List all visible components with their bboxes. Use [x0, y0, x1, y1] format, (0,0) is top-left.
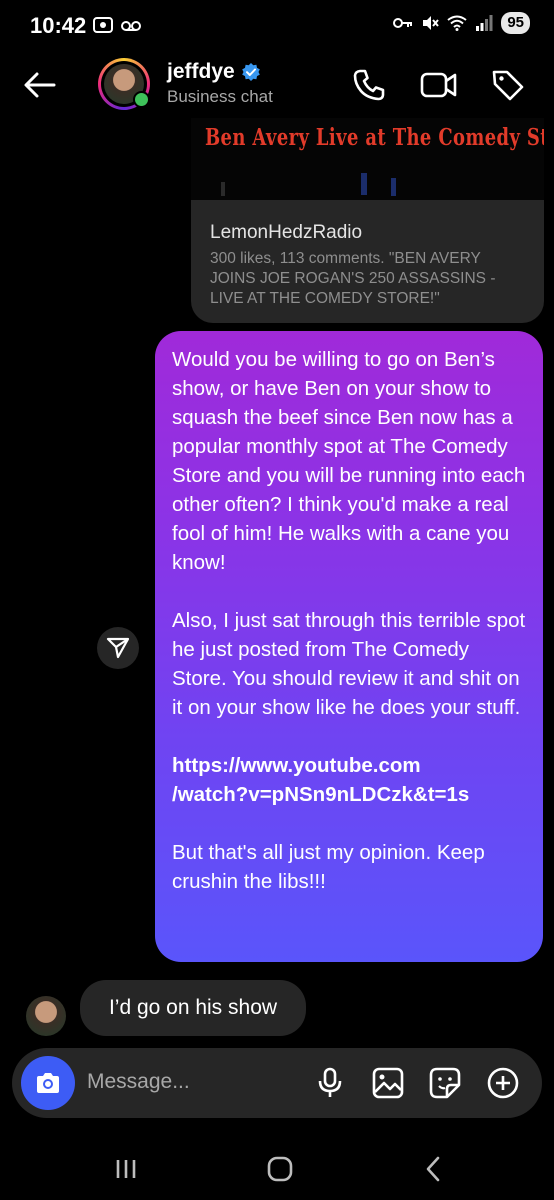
home-button[interactable] [260, 1152, 300, 1186]
voice-call-button[interactable] [350, 66, 388, 104]
more-options-button[interactable] [485, 1065, 521, 1101]
message-composer [12, 1048, 542, 1118]
verified-badge-icon [241, 62, 261, 82]
sticker-button[interactable] [427, 1065, 463, 1101]
outgoing-message-bubble[interactable]: Would you be willing to go on Ben’s show… [155, 331, 543, 962]
send-icon [97, 627, 139, 669]
username: jeffdye [167, 60, 235, 83]
battery-indicator: 95 [501, 12, 530, 34]
mute-icon [421, 14, 440, 32]
chat-subtitle: Business chat [167, 87, 273, 106]
key-icon [393, 16, 413, 30]
sticker-icon [427, 1065, 463, 1101]
back-arrow-icon [20, 65, 60, 105]
tag-icon [489, 66, 527, 104]
screen-record-icon [92, 16, 114, 34]
voice-message-button[interactable] [312, 1065, 348, 1101]
message-paragraph: Also, I just sat through this terrible s… [172, 609, 526, 719]
status-right-icons: 95 [393, 12, 530, 34]
label-button[interactable] [489, 66, 527, 104]
online-status-dot [133, 91, 150, 108]
camera-button[interactable] [21, 1056, 75, 1110]
wifi-icon [447, 15, 467, 31]
video-camera-icon [419, 66, 457, 104]
recent-apps-button[interactable] [106, 1152, 146, 1186]
phone-icon [350, 66, 388, 104]
message-paragraph: Would you be willing to go on Ben’s show… [172, 348, 526, 574]
signal-icon [475, 15, 493, 31]
share-message-button[interactable] [97, 627, 139, 669]
incoming-message-bubble[interactable]: I’d go on his show [80, 980, 306, 1036]
card-source: LemonHedzRadio [210, 222, 363, 243]
back-icon [414, 1152, 454, 1186]
message-input[interactable] [87, 1070, 287, 1094]
gallery-button[interactable] [370, 1065, 406, 1101]
video-call-button[interactable] [419, 66, 457, 104]
outgoing-message-text: Would you be willing to go on Ben’s show… [172, 345, 528, 896]
sender-avatar[interactable] [26, 996, 66, 1036]
home-icon [260, 1152, 300, 1186]
voicemail-icon [120, 16, 142, 34]
profile-avatar[interactable] [98, 58, 150, 110]
message-link-line: /watch?v=pNSn9nLDCzk&t=1s [172, 783, 470, 806]
microphone-icon [312, 1065, 348, 1101]
plus-circle-icon [485, 1065, 521, 1101]
system-navigation-bar [0, 1140, 554, 1200]
message-link[interactable]: https://www.youtube.com /watch?v=pNSn9nL… [172, 751, 528, 809]
message-paragraph: But that's all just my opinion. Keep cru… [172, 841, 485, 893]
link-preview-card[interactable]: Ben Avery Live at The Comedy Store Lemon… [191, 118, 544, 323]
back-button[interactable] [20, 65, 60, 105]
status-left-icons [92, 16, 142, 34]
recent-apps-icon [106, 1152, 146, 1186]
system-back-button[interactable] [414, 1152, 454, 1186]
card-thumbnail: Ben Avery Live at The Comedy Store [191, 118, 544, 200]
card-description: 300 likes, 113 comments. "BEN AVERY JOIN… [210, 250, 496, 307]
chat-header: jeffdye Business chat [0, 52, 554, 116]
image-icon [370, 1065, 406, 1101]
status-time: 10:42 [30, 13, 87, 38]
status-bar: 10:42 95 [0, 0, 554, 50]
message-link-line: https://www.youtube.com [172, 754, 421, 777]
chat-title[interactable]: jeffdye [167, 60, 261, 84]
